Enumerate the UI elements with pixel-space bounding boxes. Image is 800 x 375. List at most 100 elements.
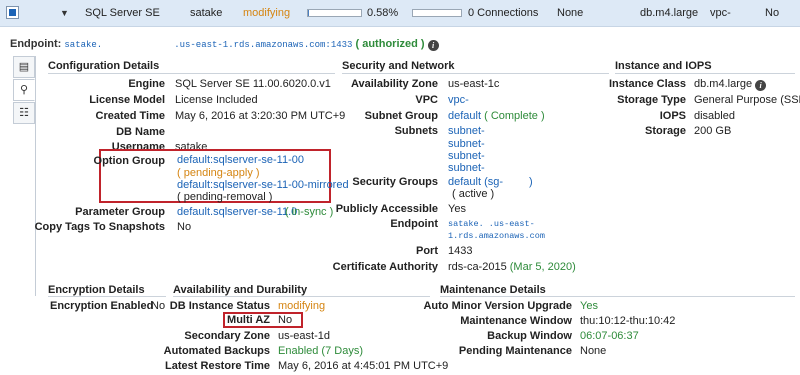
- public-value: Yes: [448, 203, 466, 215]
- magnify-icon[interactable]: ⚲: [13, 79, 35, 101]
- subnet-link[interactable]: subnet-: [448, 150, 485, 162]
- subnet-group-value: default ( Complete ): [448, 110, 545, 122]
- replication-cell: None: [557, 7, 584, 19]
- copy-tags-key: Copy Tags To Snapshots: [34, 221, 165, 233]
- expand-caret-icon[interactable]: ▼: [60, 8, 69, 18]
- vpc-key: VPC: [415, 94, 438, 106]
- instance-row[interactable]: ▼ SQL Server SE satake modifying 0.58% 0…: [0, 0, 800, 27]
- option-group-link-1[interactable]: default:sqlserver-se-11-00: [177, 154, 304, 166]
- secondary-zone-value: us-east-1d: [278, 330, 330, 342]
- endpoint-host-prefix[interactable]: satake.: [64, 40, 102, 50]
- maintenance-heading: Maintenance Details: [440, 284, 546, 296]
- vpc-link[interactable]: vpc-: [448, 94, 469, 106]
- backups-value: Enabled (7 Days): [278, 345, 363, 357]
- endpoint-label: Endpoint:: [10, 38, 62, 50]
- subnet-link[interactable]: subnet-: [448, 125, 485, 137]
- endpoint-value-line-1[interactable]: satake. .us-east-: [448, 219, 535, 229]
- multi-az-cell: No: [765, 7, 780, 19]
- instance-class-text: db.m4.large: [694, 78, 753, 90]
- restore-time-value: May 6, 2016 at 4:45:01 PM UTC+9: [278, 360, 449, 372]
- license-value: License Included: [175, 94, 258, 106]
- tab-divider: [35, 56, 36, 296]
- backup-window-key: Backup Window: [487, 330, 572, 342]
- param-group-status: ( in-sync ): [285, 206, 334, 218]
- endpoint-value-line-2[interactable]: 1.rds.amazonaws.com: [448, 231, 545, 241]
- availability-heading: Availability and Durability: [173, 284, 308, 296]
- hierarchy-icon[interactable]: ☷: [13, 102, 35, 124]
- info-icon[interactable]: i: [427, 40, 439, 51]
- security-groups-key: Security Groups: [352, 176, 438, 188]
- subnet-group-status: ( Complete ): [484, 110, 545, 122]
- security-group-link[interactable]: default (sg-): [448, 176, 533, 188]
- port-value: 1433: [448, 245, 473, 257]
- chart-icon[interactable]: ▤: [13, 56, 35, 78]
- pending-maintenance-key: Pending Maintenance: [458, 345, 572, 357]
- storage-value: 200 GB: [694, 125, 732, 137]
- iops-heading: Instance and IOPS: [615, 60, 712, 72]
- security-group-close: ): [529, 176, 533, 188]
- subnet-group-link[interactable]: default: [448, 110, 481, 122]
- pending-maintenance-value: None: [580, 345, 607, 357]
- created-value: May 6, 2016 at 3:20:30 PM UTC+9: [175, 110, 346, 122]
- section-divider: [440, 296, 795, 297]
- row-checkbox[interactable]: [6, 6, 19, 19]
- network-heading: Security and Network: [342, 60, 455, 72]
- configuration-heading: Configuration Details: [48, 60, 160, 72]
- connections-bar: [412, 9, 462, 17]
- multi-az-value: No: [278, 314, 293, 326]
- instance-status-value: modifying: [278, 300, 326, 312]
- endpoint-host-suffix[interactable]: .us-east-1.rds.amazonaws.com:1433: [174, 40, 352, 50]
- backups-key: Automated Backups: [163, 345, 270, 357]
- ca-date: (Mar 5, 2020): [509, 261, 576, 273]
- port-key: Port: [416, 245, 438, 257]
- status-cell: modifying: [243, 7, 291, 19]
- section-divider: [615, 73, 795, 74]
- secondary-zone-key: Secondary Zone: [184, 330, 270, 342]
- maintenance-window-key: Maintenance Window: [460, 315, 572, 327]
- storage-type-value: General Purpose (SSD): [694, 94, 800, 106]
- endpoint-key: Endpoint: [390, 218, 438, 230]
- engine-value: SQL Server SE 11.00.6020.0.v1: [175, 78, 331, 90]
- restore-time-key: Latest Restore Time: [165, 360, 270, 372]
- info-icon[interactable]: i: [755, 80, 767, 91]
- security-group-name[interactable]: default (sg-: [448, 176, 503, 188]
- param-group-link[interactable]: default.sqlserver-se-11.0: [177, 206, 297, 218]
- section-divider: [48, 73, 335, 74]
- subnet-group-key: Subnet Group: [364, 110, 438, 122]
- param-group-key: Parameter Group: [75, 206, 165, 218]
- multi-az-key: Multi AZ: [227, 314, 270, 326]
- instance-class-key: Instance Class: [608, 78, 686, 90]
- vpc-cell: vpc-: [710, 7, 731, 19]
- subnet-link[interactable]: subnet-: [448, 162, 485, 174]
- option-group-status-1: ( pending-apply ): [177, 167, 260, 179]
- ca-name: rds-ca-2015: [448, 261, 507, 273]
- connections-cell: 0 Connections: [468, 7, 539, 19]
- created-key: Created Time: [95, 110, 166, 122]
- maintenance-window-value: thu:10:12-thu:10:42: [580, 315, 676, 327]
- backup-window-value: 06:07-06:37: [580, 330, 639, 342]
- security-group-status: ( active ): [452, 188, 495, 200]
- encryption-value: No: [151, 300, 166, 312]
- engine-cell: SQL Server SE: [85, 7, 160, 19]
- instance-class-cell: db.m4.large: [640, 7, 699, 19]
- ca-value: rds-ca-2015 (Mar 5, 2020): [448, 261, 576, 273]
- iops-key: IOPS: [659, 110, 686, 122]
- instance-status-key: DB Instance Status: [169, 300, 270, 312]
- az-key: Availability Zone: [350, 78, 438, 90]
- option-group-key: Option Group: [93, 155, 165, 167]
- storage-key: Storage: [645, 125, 686, 137]
- public-key: Publicly Accessible: [335, 203, 438, 215]
- dbname-key: DB Name: [116, 126, 165, 138]
- auto-minor-key: Auto Minor Version Upgrade: [423, 300, 572, 312]
- endpoint-line: Endpoint: satake. .us-east-1.rds.amazonaw…: [10, 38, 439, 51]
- subnet-link[interactable]: subnet-: [448, 138, 485, 150]
- option-group-link-2[interactable]: default:sqlserver-se-11-00-mirrored: [177, 179, 349, 191]
- copy-tags-value: No: [177, 221, 192, 233]
- identifier-cell: satake: [190, 7, 223, 19]
- engine-key: Engine: [128, 78, 165, 90]
- encryption-heading: Encryption Details: [48, 284, 145, 296]
- option-group-status-2: ( pending-removal ): [177, 191, 273, 203]
- iops-value: disabled: [694, 110, 735, 122]
- subnets-key: Subnets: [394, 125, 438, 137]
- section-divider: [173, 296, 430, 297]
